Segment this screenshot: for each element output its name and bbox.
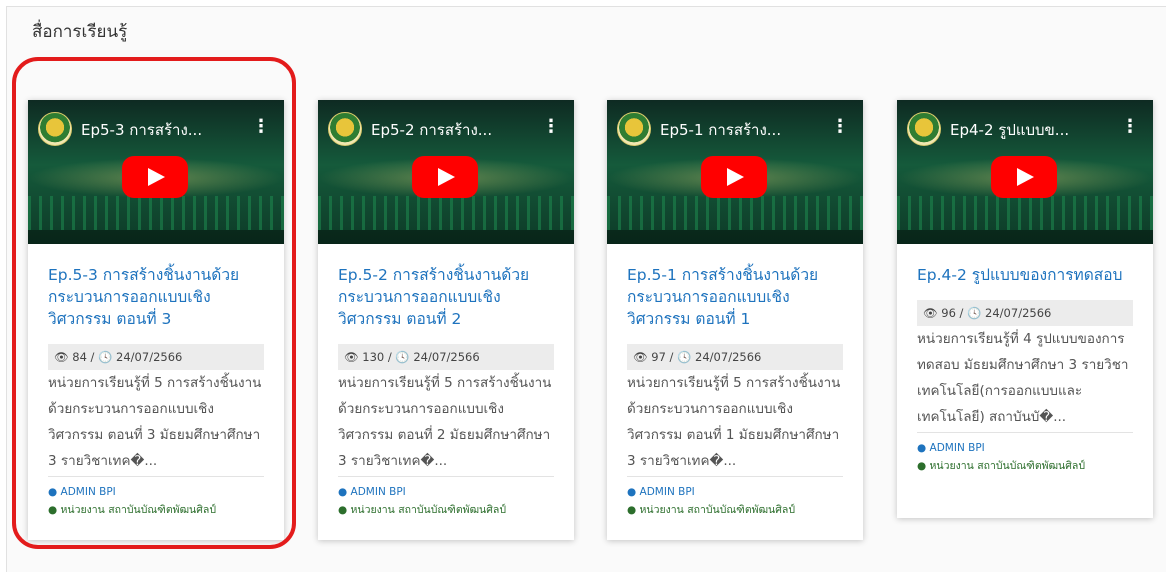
user-icon: ● (917, 460, 927, 472)
more-options-icon[interactable]: ⋮ (542, 118, 560, 136)
play-button-icon[interactable] (701, 156, 767, 198)
unit-name: หน่วยงาน สถาบันบัณฑิตพัฒนศิลป์ (350, 504, 506, 516)
thumbnail-skyline (318, 196, 574, 230)
views-date: 👁 96 / 🕓 24/07/2566 (917, 300, 1133, 326)
play-button-icon[interactable] (991, 156, 1057, 198)
video-thumbnail[interactable]: Ep5-1 การสร้าง... ⋮ (607, 100, 863, 244)
author-link[interactable]: ● ADMIN BPI (338, 483, 554, 501)
views-date: 👁 97 / 🕓 24/07/2566 (627, 344, 843, 370)
card-title-link[interactable]: Ep.5-2 การสร้างชิ้นงานด้วยกระบวนการออกแบ… (338, 264, 554, 330)
play-button-icon[interactable] (412, 156, 478, 198)
author-name: ADMIN BPI (929, 442, 985, 454)
thumbnail-skyline (607, 196, 863, 230)
thumbnail-caption-strip (607, 230, 863, 244)
divider (338, 476, 554, 477)
video-thumbnail[interactable]: Ep4-2 รูปแบบข... ⋮ (897, 100, 1153, 244)
author-name: ADMIN BPI (350, 486, 406, 498)
media-card[interactable]: Ep5-1 การสร้าง... ⋮ Ep.5-1 การสร้างชิ้นง… (607, 100, 863, 540)
card-title-link[interactable]: Ep.4-2 รูปแบบของการทดสอบ (917, 264, 1133, 286)
divider (917, 432, 1133, 433)
unit-link[interactable]: ● หน่วยงาน สถาบันบัณฑิตพัฒนศิลป์ (627, 501, 843, 519)
author-name: ADMIN BPI (639, 486, 695, 498)
user-icon: ● (627, 486, 637, 498)
card-description: หน่วยการเรียนรู้ที่ 5 การสร้างชิ้นงานด้ว… (338, 375, 552, 469)
thumbnail-caption-strip (318, 230, 574, 244)
more-options-icon[interactable]: ⋮ (831, 118, 849, 136)
author-link[interactable]: ● ADMIN BPI (627, 483, 843, 501)
unit-link[interactable]: ● หน่วยงาน สถาบันบัณฑิตพัฒนศิลป์ (338, 501, 554, 519)
video-title[interactable]: Ep5-2 การสร้าง... (371, 118, 521, 142)
user-icon: ● (338, 504, 348, 516)
thumbnail-caption-strip (897, 230, 1153, 244)
video-title[interactable]: Ep5-1 การสร้าง... (660, 118, 810, 142)
section-title: สื่อการเรียนรู้ (32, 22, 128, 42)
more-options-icon[interactable]: ⋮ (1121, 118, 1139, 136)
channel-logo-icon (907, 112, 941, 146)
user-icon: ● (917, 442, 927, 454)
channel-logo-icon (328, 112, 362, 146)
unit-name: หน่วยงาน สถาบันบัณฑิตพัฒนศิลป์ (929, 460, 1085, 472)
unit-link[interactable]: ● หน่วยงาน สถาบันบัณฑิตพัฒนศิลป์ (917, 457, 1133, 475)
channel-logo-icon (617, 112, 651, 146)
user-icon: ● (627, 504, 637, 516)
author-link[interactable]: ● ADMIN BPI (917, 439, 1133, 457)
card-title-link[interactable]: Ep.5-1 การสร้างชิ้นงานด้วยกระบวนการออกแบ… (627, 264, 843, 330)
thumbnail-skyline (897, 196, 1153, 230)
video-title[interactable]: Ep4-2 รูปแบบข... (950, 118, 1100, 142)
media-card[interactable]: Ep4-2 รูปแบบข... ⋮ Ep.4-2 รูปแบบของการทด… (897, 100, 1153, 518)
user-icon: ● (338, 486, 348, 498)
video-thumbnail[interactable]: Ep5-2 การสร้าง... ⋮ (318, 100, 574, 244)
views-date: 👁 130 / 🕓 24/07/2566 (338, 344, 554, 370)
divider (627, 476, 843, 477)
card-description: หน่วยการเรียนรู้ที่ 4 รูปแบบของการทดสอบ … (917, 331, 1129, 425)
card-description: หน่วยการเรียนรู้ที่ 5 การสร้างชิ้นงานด้ว… (627, 375, 841, 469)
highlight-annotation (12, 57, 296, 549)
unit-name: หน่วยงาน สถาบันบัณฑิตพัฒนศิลป์ (639, 504, 795, 516)
media-card[interactable]: Ep5-2 การสร้าง... ⋮ Ep.5-2 การสร้างชิ้นง… (318, 100, 574, 540)
